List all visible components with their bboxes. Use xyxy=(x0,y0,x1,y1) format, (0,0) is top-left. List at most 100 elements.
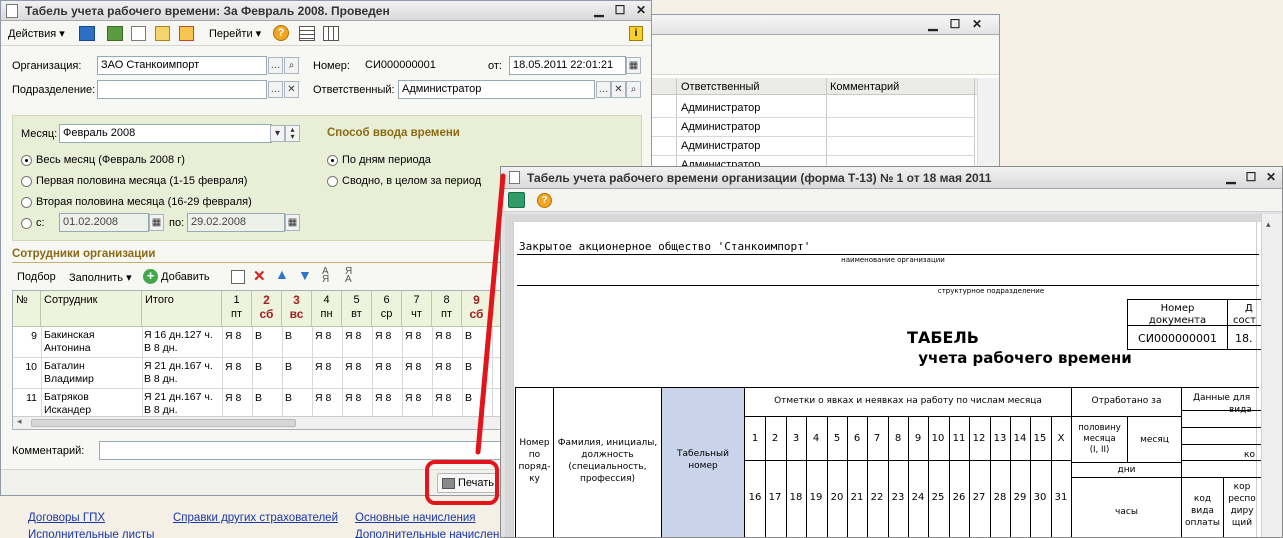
list-header-comment[interactable]: Комментарий xyxy=(830,81,899,93)
month-stepper[interactable]: ▴ ▾ xyxy=(285,125,300,142)
calendar-icon[interactable]: ▦ xyxy=(285,214,300,231)
form-close-button[interactable]: ✕ xyxy=(633,3,649,18)
form-maximize-button[interactable]: ☐ xyxy=(612,3,628,18)
copy-doc-icon[interactable] xyxy=(131,26,146,41)
period-first-half-radio[interactable] xyxy=(21,176,32,187)
print-scroll-up-icon[interactable]: ▴ xyxy=(1266,219,1271,230)
add-row-icon[interactable] xyxy=(231,270,245,284)
day-header[interactable]: 5 вт xyxy=(342,291,372,327)
col-total-header[interactable]: Итого xyxy=(142,291,222,327)
period-full-month-radio[interactable] xyxy=(21,155,32,166)
link-gph-contracts[interactable]: Договоры ГПХ xyxy=(28,512,105,524)
form-minimize-button[interactable]: ▁ xyxy=(591,3,607,18)
link-other-insurers[interactable]: Справки других страхователей xyxy=(173,512,338,524)
link-extra-accruals[interactable]: Дополнительные начислени xyxy=(355,529,506,538)
movements-icon[interactable] xyxy=(107,26,123,41)
date-input[interactable]: 18.05.2011 22:01:21 xyxy=(509,56,626,75)
list-header-responsible[interactable]: Ответственный xyxy=(681,81,760,93)
grid-column-line xyxy=(282,327,283,420)
grid-column-line xyxy=(312,327,313,420)
list-row[interactable]: Администратор xyxy=(681,140,760,152)
print-day-top: 6 xyxy=(853,433,861,444)
day-number: 3 xyxy=(293,293,300,307)
move-up-icon[interactable]: ▲ xyxy=(275,266,289,282)
link-main-accruals[interactable]: Основные начисления xyxy=(355,512,476,524)
grid-hscroll-left-icon[interactable]: ◂ xyxy=(17,416,22,427)
division-clear-icon[interactable]: ✕ xyxy=(284,81,299,98)
calendar-icon[interactable]: ▦ xyxy=(626,57,641,74)
custom-from-input[interactable]: 01.02.2008 xyxy=(59,213,149,232)
month-dropdown-icon[interactable]: ▾ xyxy=(270,125,285,142)
sort-asc-icon[interactable]: АЯ xyxy=(322,267,329,285)
responsible-clear-icon[interactable]: ✕ xyxy=(611,81,626,98)
add-icon[interactable]: + xyxy=(143,269,158,284)
day-header[interactable]: 8 пт xyxy=(432,291,462,327)
basis-doc-icon[interactable] xyxy=(155,26,170,41)
printed-page: Закрытое акционерное общество 'Станкоимп… xyxy=(513,222,1261,537)
day-header[interactable]: 4 пн xyxy=(312,291,342,327)
form-titlebar: Табель учета рабочего времени: За Феврал… xyxy=(1,1,651,21)
row-num: 10 xyxy=(25,361,37,373)
responsible-input[interactable]: Администратор xyxy=(398,80,595,99)
period-first-half-label: Первая половина месяца (1-15 февраля) xyxy=(36,175,248,187)
custom-to-input[interactable]: 29.02.2008 xyxy=(187,213,285,232)
col-num-header[interactable]: № xyxy=(13,291,41,327)
method-by-days-radio[interactable] xyxy=(327,155,338,166)
number-input[interactable]: СИ000000001 xyxy=(361,56,481,75)
goto-menu[interactable]: Перейти ▾ xyxy=(209,25,261,43)
day-number: 9 xyxy=(473,293,480,307)
print-day-top: 2 xyxy=(771,433,779,444)
fill-menu[interactable]: Заполнить ▾ xyxy=(69,271,132,284)
period-custom-radio[interactable] xyxy=(21,218,32,229)
post-and-close-icon[interactable] xyxy=(79,26,95,41)
table-row[interactable]: 9 Бакинская Антонина Я 16 дн.127 ч. В 8 дн. Я… xyxy=(13,327,501,358)
method-summary-radio[interactable] xyxy=(327,176,338,187)
move-down-icon[interactable]: ▼ xyxy=(298,267,312,283)
day-header[interactable]: 2 сб xyxy=(252,291,282,327)
col-employee-header[interactable]: Сотрудник xyxy=(41,291,142,327)
day-number: 4 xyxy=(323,294,330,306)
list-maximize-button[interactable]: ☐ xyxy=(947,17,963,32)
screenshot-icon[interactable] xyxy=(508,192,525,208)
table-row[interactable]: 10 Баталин Владимир Я 21 дн.167 ч. В 8 дн. Я … xyxy=(13,358,501,389)
info-icon[interactable]: i xyxy=(629,26,643,41)
organization-input[interactable]: ЗАО Станкоимпорт xyxy=(97,56,267,75)
grid-hscroll-thumb[interactable] xyxy=(31,419,296,427)
actions-menu[interactable]: Действия ▾ xyxy=(8,25,65,43)
calendar-icon[interactable]: ▦ xyxy=(149,214,164,231)
list-settings-icon[interactable] xyxy=(299,26,315,41)
comment-input[interactable] xyxy=(99,441,504,460)
structure-icon[interactable] xyxy=(179,26,194,41)
add-button[interactable]: Добавить xyxy=(161,271,210,283)
select-button[interactable]: Подбор xyxy=(17,271,56,283)
grid-icon[interactable] xyxy=(323,26,339,41)
help-icon[interactable]: ? xyxy=(537,193,552,208)
sort-desc-icon[interactable]: ЯА xyxy=(345,267,352,285)
print-minimize-button[interactable]: ▁ xyxy=(1223,170,1239,185)
period-second-half-radio[interactable] xyxy=(21,197,32,208)
link-writs[interactable]: Исполнительные листы xyxy=(28,529,154,538)
day-header[interactable]: 3 вс xyxy=(282,291,312,327)
division-input[interactable] xyxy=(97,80,267,99)
help-icon[interactable]: ? xyxy=(273,25,289,41)
list-close-button[interactable]: ✕ xyxy=(969,17,985,32)
col-name-line1: Фамилия, инициалы, xyxy=(557,438,658,448)
list-row[interactable]: Администратор xyxy=(681,121,760,133)
day-header[interactable]: 9 сб xyxy=(462,291,492,327)
print-maximize-button[interactable]: ☐ xyxy=(1243,170,1259,185)
list-row[interactable]: Администратор xyxy=(681,102,760,114)
day-header[interactable]: 1 пт xyxy=(222,291,252,327)
responsible-select-button[interactable]: … xyxy=(596,81,611,98)
print-close-button[interactable]: ✕ xyxy=(1263,170,1279,185)
division-select-button[interactable]: … xyxy=(268,81,283,98)
day-header[interactable]: 6 ср xyxy=(372,291,402,327)
organization-select-button[interactable]: … xyxy=(268,57,283,74)
day-header[interactable]: 7 чт xyxy=(402,291,432,327)
organization-open-icon[interactable]: ⌕ xyxy=(284,57,299,74)
print-button[interactable]: Печать xyxy=(437,473,497,493)
print-day-top: 7 xyxy=(873,433,881,444)
month-input[interactable]: Февраль 2008 xyxy=(59,124,272,143)
list-minimize-button[interactable]: ▁ xyxy=(925,17,941,32)
delete-row-icon[interactable]: ✕ xyxy=(253,267,266,285)
responsible-open-icon[interactable]: ⌕ xyxy=(626,81,641,98)
